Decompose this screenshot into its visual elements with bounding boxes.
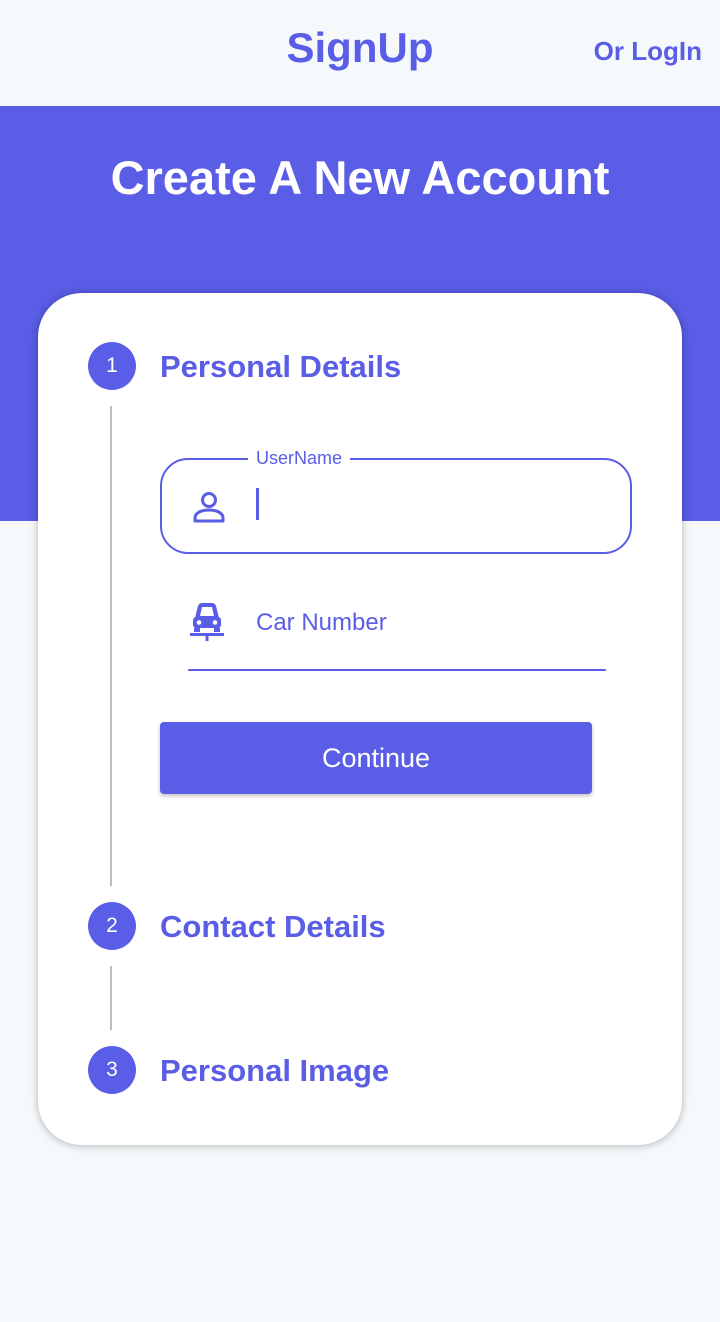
step-1-title[interactable]: Personal Details [160,349,401,385]
continue-button[interactable]: Continue [160,722,592,794]
car-number-placeholder: Car Number [256,609,387,636]
step-3-title[interactable]: Personal Image [160,1053,389,1089]
username-field[interactable]: UserName [160,448,632,554]
step-2-title[interactable]: Contact Details [160,909,386,945]
username-input[interactable] [266,486,606,526]
step-2-indicator[interactable]: 2 [88,902,136,950]
app-bar: SignUp Or LogIn [0,0,720,106]
car-number-field[interactable]: Car Number [188,593,606,671]
banner-title: Create A New Account [110,151,610,204]
step-1-connector [110,406,112,886]
signup-screen: SignUp Or LogIn Create A New Account 1 P… [0,0,720,1322]
step-3-indicator[interactable]: 3 [88,1046,136,1094]
username-label: UserName [248,448,351,469]
login-link[interactable]: Or LogIn [594,36,702,67]
step-1-indicator[interactable]: 1 [88,342,136,390]
car-icon [190,603,224,641]
stepper-card: 1 Personal Details UserName Car Number C… [38,293,682,1145]
step-2-connector [110,966,112,1030]
text-cursor [256,488,259,520]
car-number-underline [188,669,606,671]
person-icon [193,492,225,523]
